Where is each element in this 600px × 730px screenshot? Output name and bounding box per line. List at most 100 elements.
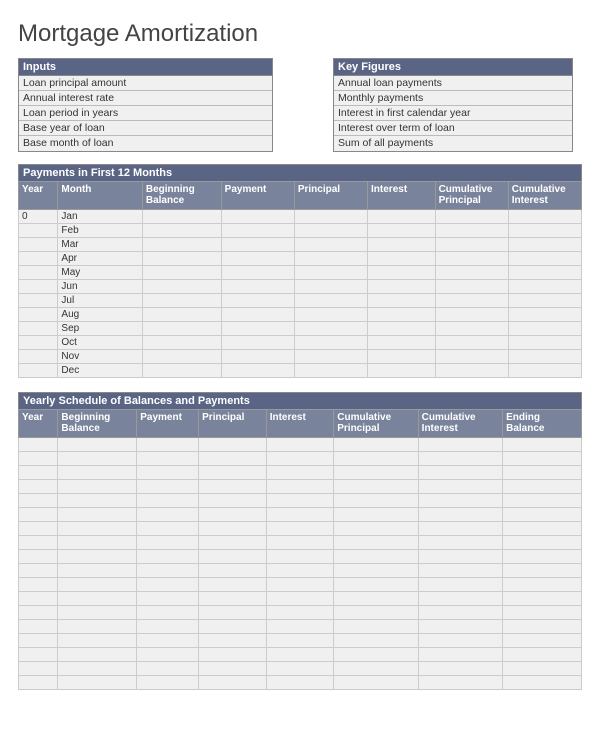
- table-cell: [19, 606, 58, 620]
- table-cell: [294, 322, 367, 336]
- table-cell: [19, 452, 58, 466]
- table-cell: [221, 252, 294, 266]
- col-cumulative-principal: Cumulative Principal: [435, 182, 508, 210]
- table-cell: [137, 522, 199, 536]
- table-row: [19, 592, 582, 606]
- table-cell: [266, 564, 334, 578]
- table-row: Aug: [19, 308, 582, 322]
- table-cell: [334, 662, 418, 676]
- table-cell: Aug: [58, 308, 142, 322]
- table-cell: [142, 224, 221, 238]
- table-cell: [266, 480, 334, 494]
- table-row: [19, 662, 582, 676]
- table-cell: [503, 480, 582, 494]
- table-cell: [508, 350, 581, 364]
- table-cell: [142, 322, 221, 336]
- table-cell: [19, 662, 58, 676]
- table-row: Feb: [19, 224, 582, 238]
- table-row: [19, 438, 582, 452]
- table-cell: [368, 364, 436, 378]
- table-cell: [137, 578, 199, 592]
- table-cell: [503, 606, 582, 620]
- table-cell: [58, 438, 137, 452]
- table-cell: [266, 508, 334, 522]
- table-cell: [137, 466, 199, 480]
- table-cell: [19, 252, 58, 266]
- col-year: Year: [19, 410, 58, 438]
- table-cell: [435, 294, 508, 308]
- table-cell: [19, 480, 58, 494]
- inputs-header: Inputs: [19, 59, 272, 76]
- table-cell: [334, 648, 418, 662]
- table-cell: [58, 522, 137, 536]
- table-cell: [435, 322, 508, 336]
- table-cell: [199, 606, 267, 620]
- table-cell: [368, 322, 436, 336]
- table-cell: Feb: [58, 224, 142, 238]
- table-cell: [19, 494, 58, 508]
- table-cell: [334, 466, 418, 480]
- table-row: Sep: [19, 322, 582, 336]
- table-cell: [19, 578, 58, 592]
- table-row: Mar: [19, 238, 582, 252]
- table-row: Oct: [19, 336, 582, 350]
- table-cell: [334, 508, 418, 522]
- table-cell: [368, 224, 436, 238]
- table-cell: [199, 676, 267, 690]
- table-cell: [266, 676, 334, 690]
- table-cell: [199, 550, 267, 564]
- table-cell: [508, 210, 581, 224]
- table-cell: [266, 634, 334, 648]
- table-cell: [418, 620, 502, 634]
- table-cell: [142, 350, 221, 364]
- table-cell: [418, 508, 502, 522]
- table-cell: [334, 522, 418, 536]
- yearly-section-header: Yearly Schedule of Balances and Payments: [18, 392, 582, 409]
- table-cell: [334, 452, 418, 466]
- table-cell: [294, 252, 367, 266]
- table-row: [19, 452, 582, 466]
- table-cell: [19, 676, 58, 690]
- table-row: [19, 606, 582, 620]
- table-cell: [137, 550, 199, 564]
- col-beginning-balance: Beginning Balance: [142, 182, 221, 210]
- table-cell: [508, 280, 581, 294]
- table-cell: Jan: [58, 210, 142, 224]
- table-cell: [199, 662, 267, 676]
- table-cell: [334, 592, 418, 606]
- table-cell: [58, 564, 137, 578]
- table-cell: [137, 662, 199, 676]
- table-cell: [418, 648, 502, 662]
- table-cell: [58, 676, 137, 690]
- table-row: Jun: [19, 280, 582, 294]
- table-cell: [142, 308, 221, 322]
- table-row: Jul: [19, 294, 582, 308]
- table-cell: [508, 364, 581, 378]
- table-cell: [58, 662, 137, 676]
- table-row: [19, 480, 582, 494]
- table-cell: [221, 322, 294, 336]
- table-cell: [19, 564, 58, 578]
- top-panels: Inputs Loan principal amount Annual inte…: [18, 58, 582, 152]
- table-cell: [137, 438, 199, 452]
- table-cell: [418, 592, 502, 606]
- table-cell: [418, 494, 502, 508]
- table-cell: [137, 452, 199, 466]
- table-cell: [19, 536, 58, 550]
- table-cell: [58, 578, 137, 592]
- table-cell: [266, 578, 334, 592]
- table-row: [19, 648, 582, 662]
- input-row: Base month of loan: [19, 136, 272, 151]
- table-cell: [19, 620, 58, 634]
- table-cell: [19, 336, 58, 350]
- col-cumulative-interest: Cumulative Interest: [418, 410, 502, 438]
- table-cell: [368, 252, 436, 266]
- table-row: [19, 676, 582, 690]
- table-cell: [508, 336, 581, 350]
- table-cell: [418, 564, 502, 578]
- table-cell: Nov: [58, 350, 142, 364]
- table-cell: [199, 438, 267, 452]
- table-cell: [294, 364, 367, 378]
- table-cell: [137, 648, 199, 662]
- table-cell: [142, 238, 221, 252]
